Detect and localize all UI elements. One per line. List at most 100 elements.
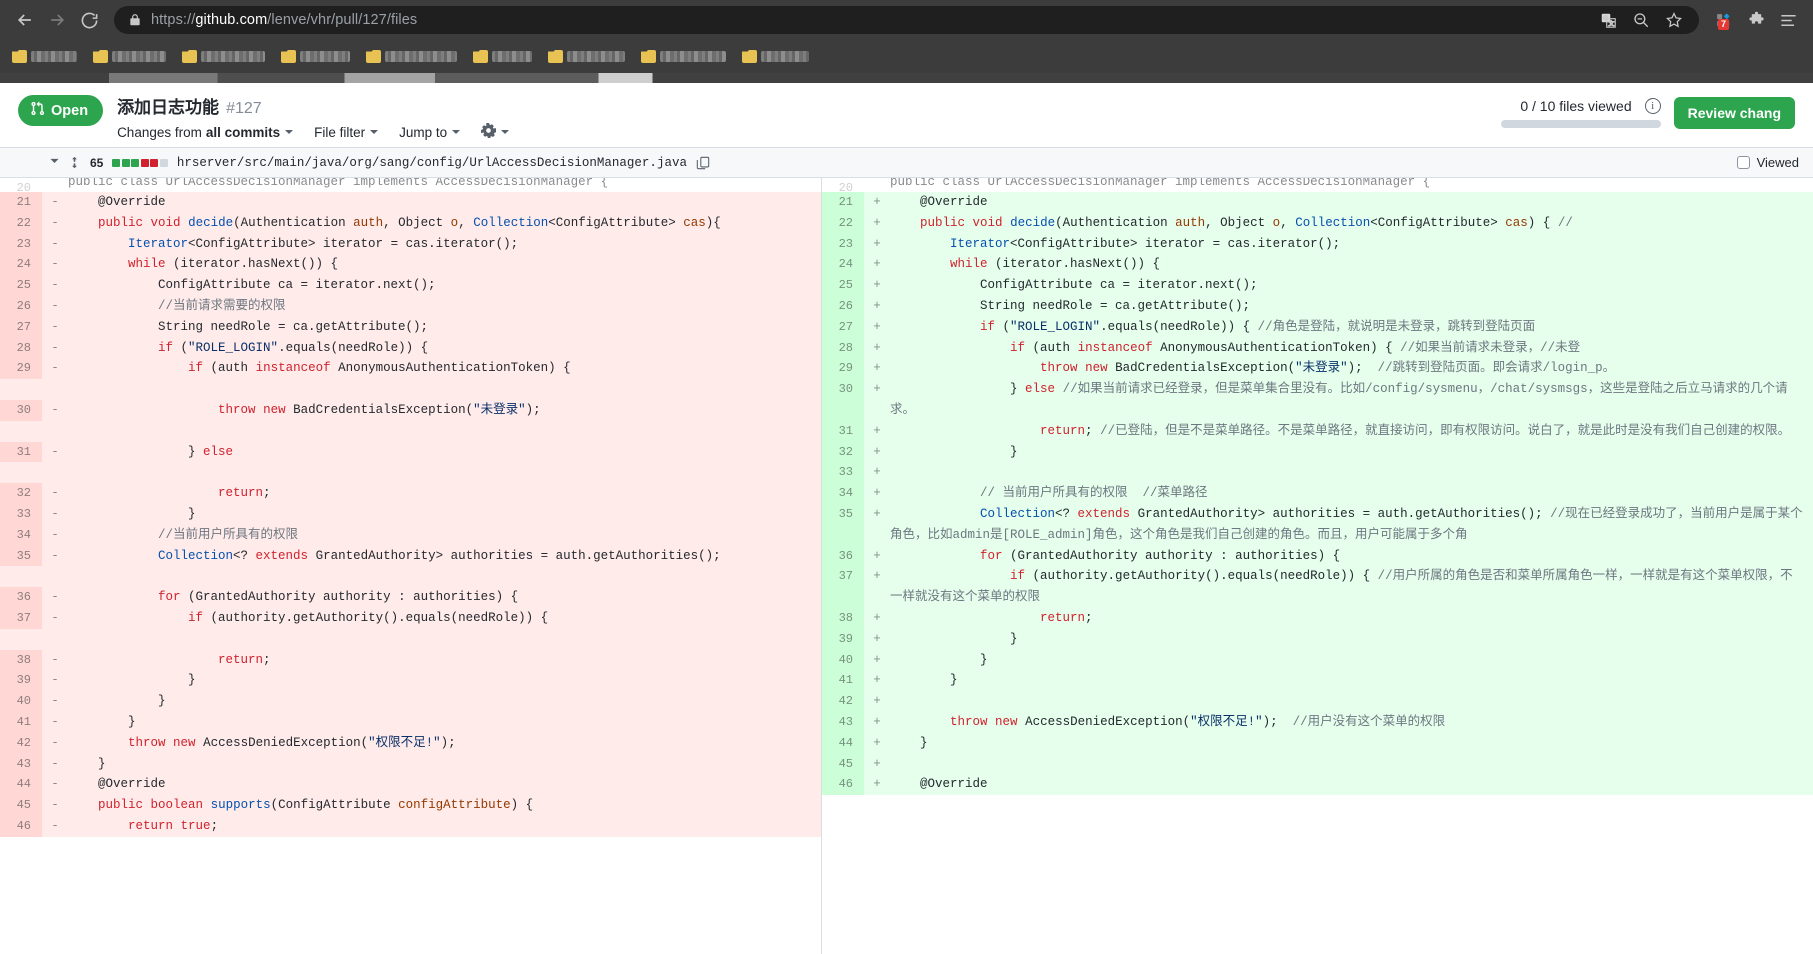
translate-icon[interactable]: G文: [1595, 7, 1621, 33]
diff-line-deleted[interactable]: 27- String needRole = ca.getAttribute();: [0, 316, 821, 338]
diffstat-bar: [112, 158, 168, 167]
diff-line-deleted[interactable]: 25- ConfigAttribute ca = iterator.next()…: [0, 275, 821, 296]
line-number: 25: [822, 275, 864, 296]
viewed-checkbox-group[interactable]: Viewed: [1736, 155, 1799, 170]
diff-line-added[interactable]: 30 + } else //如果当前请求已经登录，但是菜单集合里没有。比如/con…: [822, 379, 1813, 421]
diff-line-added[interactable]: 25 + ConfigAttribute ca = iterator.next()…: [822, 275, 1813, 296]
extensions-grid-icon[interactable]: 7: [1707, 5, 1739, 35]
diff-line-added[interactable]: 29 + throw new BadCredentialsException("未…: [822, 358, 1813, 380]
diff-line-deleted[interactable]: 43- }: [0, 753, 821, 775]
file-filter-button[interactable]: File filter: [314, 125, 379, 140]
diff-settings-button[interactable]: [481, 122, 510, 141]
zoom-out-icon[interactable]: [1628, 7, 1654, 33]
diff-line-added[interactable]: 22 + public void decide(Authentication au…: [822, 212, 1813, 234]
diff-line-added[interactable]: 45 +: [822, 753, 1813, 775]
review-changes-button[interactable]: Review chang: [1673, 97, 1795, 129]
diff-line-deleted[interactable]: 30- throw new BadCredentialsException("未…: [0, 399, 821, 421]
back-icon[interactable]: [10, 5, 40, 35]
diff-line-deleted[interactable]: 45- public boolean supports(ConfigAttrib…: [0, 795, 821, 816]
diff-line-deleted[interactable]: 32- return;: [0, 483, 821, 504]
bookmark-star-icon[interactable]: [1661, 7, 1687, 33]
diff-line-added[interactable]: 26 + String needRole = ca.getAttribute();: [822, 295, 1813, 317]
bookmark-item[interactable]: [641, 50, 726, 63]
diff-line-context[interactable]: 20 public class UrlAccessDecisionManager …: [0, 178, 821, 192]
diff-line-added[interactable]: 32 + }: [822, 441, 1813, 463]
code-content: if (auth instanceof AnonymousAuthenticat…: [1010, 340, 1581, 355]
diff-line-added[interactable]: 39 + }: [822, 628, 1813, 650]
diff-line-deleted[interactable]: 44- @Override: [0, 774, 821, 796]
diff-line-added[interactable]: 41 + }: [822, 670, 1813, 692]
browser-menu-icon[interactable]: [1773, 5, 1803, 35]
diff-line-added[interactable]: 28 + if (auth instanceof AnonymousAuthent…: [822, 337, 1813, 359]
diff-line-added[interactable]: 23 + Iterator<ConfigAttribute> iterator =…: [822, 233, 1813, 255]
unfold-icon[interactable]: [68, 156, 81, 169]
diff-line-deleted[interactable]: 21- @Override: [0, 192, 821, 213]
diff-marker: +: [873, 652, 881, 667]
diff-line-added[interactable]: 43 + throw new AccessDeniedException("权限不…: [822, 711, 1813, 733]
bookmark-item[interactable]: [548, 50, 625, 63]
diff-line-added[interactable]: 36 + for (GrantedAuthority authority : au…: [822, 545, 1813, 567]
code-content: [68, 629, 821, 650]
changes-from-value: all commits: [205, 124, 281, 140]
diff-line-deleted[interactable]: [0, 420, 821, 442]
diff-line-deleted[interactable]: [0, 379, 821, 400]
bookmark-item[interactable]: [12, 50, 77, 63]
diff-line-added[interactable]: 46 + @Override: [822, 774, 1813, 796]
diff-line-deleted[interactable]: 22- public void decide(Authentication au…: [0, 212, 821, 234]
diff-line-deleted[interactable]: 38- return;: [0, 649, 821, 671]
bookmark-item[interactable]: [366, 50, 457, 63]
diff-line-added[interactable]: 21 + @Override: [822, 192, 1813, 213]
diff-line-deleted[interactable]: 37- if (authority.getAuthority().equals(…: [0, 607, 821, 629]
diff-marker: -: [51, 257, 59, 272]
puzzle-piece-icon[interactable]: [1741, 5, 1771, 35]
diff-line-deleted[interactable]: 23- Iterator<ConfigAttribute> iterator =…: [0, 233, 821, 255]
browser-toolbar: https://github.com/lenve/vhr/pull/127/fi…: [0, 0, 1813, 40]
diff-line-added[interactable]: 42 +: [822, 691, 1813, 712]
diff-line-added[interactable]: 33 +: [822, 462, 1813, 484]
diff-line-deleted[interactable]: [0, 462, 821, 484]
collapse-file-chevron-down-icon[interactable]: [48, 154, 61, 172]
forward-icon[interactable]: [42, 5, 72, 35]
diff-line-deleted[interactable]: 28- if ("ROLE_LOGIN".equals(needRole)) {: [0, 337, 821, 359]
diff-line-added[interactable]: 40 + }: [822, 649, 1813, 671]
diff-line-deleted[interactable]: [0, 628, 821, 650]
info-icon[interactable]: i: [1644, 98, 1661, 114]
diff-marker: -: [51, 486, 59, 501]
line-number: 26: [822, 295, 864, 317]
changes-from-selector[interactable]: Changes from all commits: [117, 124, 294, 140]
diff-line-deleted[interactable]: 31- } else: [0, 441, 821, 463]
copy-icon[interactable]: [696, 156, 710, 170]
reload-icon[interactable]: [74, 5, 104, 35]
bookmark-item[interactable]: [93, 50, 166, 63]
address-bar[interactable]: https://github.com/lenve/vhr/pull/127/fi…: [114, 6, 1699, 34]
diff-line-context[interactable]: 20 public class UrlAccessDecisionManager …: [822, 178, 1813, 192]
diff-line-added[interactable]: 24 + while (iterator.hasNext()) {: [822, 254, 1813, 276]
bookmark-item[interactable]: [281, 50, 350, 63]
diff-line-added[interactable]: 35 + Collection<? extends GrantedAuthorit…: [822, 503, 1813, 546]
diff-line-added[interactable]: 27 + if ("ROLE_LOGIN".equals(needRole)) {…: [822, 316, 1813, 338]
diff-line-deleted[interactable]: 41- }: [0, 711, 821, 733]
bookmark-item[interactable]: [182, 50, 265, 63]
viewed-checkbox[interactable]: [1736, 156, 1750, 169]
diff-line-deleted[interactable]: 35- Collection<? extends GrantedAuthorit…: [0, 545, 821, 567]
diff-line-added[interactable]: 34 + // 当前用户所具有的权限 //菜单路径: [822, 483, 1813, 504]
diff-line-deleted[interactable]: 33- }: [0, 503, 821, 525]
diff-line-deleted[interactable]: 36- for (GrantedAuthority authority : au…: [0, 587, 821, 608]
diff-line-added[interactable]: 44 + }: [822, 732, 1813, 754]
diff-line-deleted[interactable]: 46- return true;: [0, 815, 821, 837]
file-path[interactable]: hrserver/src/main/java/org/sang/config/U…: [177, 156, 687, 170]
diff-line-deleted[interactable]: [0, 566, 821, 588]
diff-line-added[interactable]: 31 + return; //已登陆，但是不是菜单路径。不是菜单路径，就直接访问，…: [822, 420, 1813, 442]
diff-line-deleted[interactable]: 26- //当前请求需要的权限: [0, 295, 821, 317]
bookmark-item[interactable]: [473, 50, 532, 63]
diff-line-added[interactable]: 37 + if (authority.getAuthority().equals(…: [822, 566, 1813, 608]
diff-line-deleted[interactable]: 39- }: [0, 670, 821, 692]
diff-line-deleted[interactable]: 24- while (iterator.hasNext()) {: [0, 254, 821, 276]
diff-line-deleted[interactable]: 40- }: [0, 691, 821, 712]
diff-line-deleted[interactable]: 34- //当前用户所具有的权限: [0, 524, 821, 546]
diff-line-added[interactable]: 38 + return;: [822, 607, 1813, 629]
diff-line-deleted[interactable]: 29- if (auth instanceof AnonymousAuthent…: [0, 358, 821, 380]
jump-to-button[interactable]: Jump to: [399, 125, 461, 140]
bookmark-item[interactable]: [742, 50, 809, 63]
diff-line-deleted[interactable]: 42- throw new AccessDeniedException("权限不…: [0, 732, 821, 754]
